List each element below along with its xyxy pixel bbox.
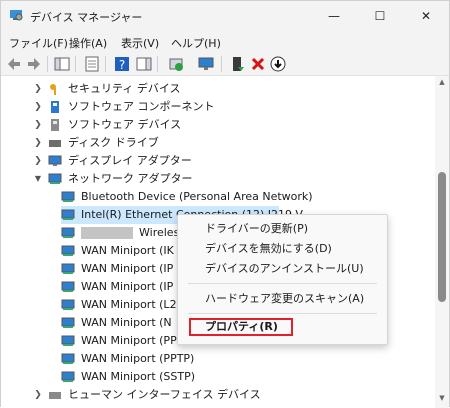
network-adapter-icon (61, 209, 75, 220)
redacted-block (81, 227, 133, 239)
device-manager-window: デバイス マネージャー — ☐ ✕ ファイル(F) 操作(A) 表示(V) ヘル… (0, 0, 450, 408)
hid-icon (49, 392, 61, 399)
context-item-label: デバイスを無効にする(D) (205, 242, 332, 255)
tree-label: WAN Miniport (SSTP) (81, 370, 196, 383)
minimize-button[interactable]: — (311, 1, 357, 31)
uninstall-device-icon[interactable] (249, 55, 267, 73)
menu-action[interactable]: 操作(A) (69, 35, 107, 51)
context-uninstall-device[interactable]: デバイスのアンインストール(U) (178, 259, 387, 279)
context-menu: ドライバーの更新(P) デバイスを無効にする(D) デバイスのアンインストール(… (177, 214, 388, 345)
context-item-label: ハードウェア変更のスキャン(A) (205, 292, 365, 305)
chevron-right-icon[interactable]: ❯ (32, 116, 44, 134)
software-device-icon (51, 119, 59, 131)
tree-item-bluetooth-pan[interactable]: Bluetooth Device (Personal Area Network) (61, 188, 421, 206)
tree-category-software-devices[interactable]: ❯ ソフトウェア デバイス (34, 116, 428, 134)
context-disable-device[interactable]: デバイスを無効にする(D) (178, 239, 387, 259)
scan-hardware-icon[interactable] (197, 55, 215, 73)
chevron-right-icon[interactable]: ❯ (32, 80, 44, 98)
tree-label: ネットワーク アダプター (68, 172, 193, 185)
network-adapter-icon (61, 245, 75, 256)
network-adapter-icon (61, 191, 75, 202)
close-button[interactable]: ✕ (403, 1, 449, 31)
tree-label: ソフトウェア コンポーネント (68, 100, 215, 113)
action-pane-icon[interactable] (135, 55, 153, 73)
network-adapter-icon (61, 299, 75, 310)
network-adapter-icon (61, 335, 75, 346)
properties-icon[interactable] (83, 55, 101, 73)
properties-highlight-box (189, 318, 293, 336)
network-adapter-icon (61, 263, 75, 274)
title-bar: デバイス マネージャー — ☐ ✕ (1, 1, 449, 31)
menu-view[interactable]: 表示(V) (121, 35, 159, 51)
menu-help[interactable]: ヘルプ(H) (171, 35, 221, 51)
security-key-icon (50, 84, 56, 95)
tree-label: WAN Miniport (PPTP) (81, 352, 195, 365)
maximize-button[interactable]: ☐ (357, 1, 403, 31)
tree-category-security-devices[interactable]: ❯ セキュリティ デバイス (34, 80, 428, 98)
tree-category-display-adapters[interactable]: ❯ ディスプレイ アダプター (34, 152, 428, 170)
tree-label: WAN Miniport (IK (81, 244, 174, 257)
tree-label: セキュリティ デバイス (68, 82, 181, 95)
context-item-label: ドライバーの更新(P) (205, 222, 308, 235)
network-adapter-icon (61, 353, 75, 364)
disable-device-icon[interactable] (269, 55, 287, 73)
toolbar-separator (47, 56, 48, 72)
network-adapter-icon (61, 281, 75, 292)
software-component-icon (51, 101, 59, 113)
tree-label: WAN Miniport (IP (81, 262, 174, 275)
update-driver-icon[interactable] (167, 55, 185, 73)
tree-label: WAN Miniport (L2 (81, 298, 177, 311)
context-separator (188, 313, 377, 314)
tree-category-software-components[interactable]: ❯ ソフトウェア コンポーネント (34, 98, 428, 116)
device-manager-app-icon (10, 10, 23, 21)
console-tree-icon[interactable] (53, 55, 71, 73)
toolbar-separator (157, 56, 158, 72)
network-adapter-icon (61, 227, 75, 238)
network-adapter-icon (61, 371, 75, 382)
help-icon[interactable]: ? (113, 55, 131, 73)
forward-arrow-icon[interactable] (25, 55, 43, 73)
tree-label: ディスプレイ アダプター (68, 154, 192, 167)
back-arrow-icon[interactable] (5, 55, 23, 73)
svg-text:?: ? (119, 58, 125, 72)
tree-label: WAN Miniport (N (81, 316, 172, 329)
enable-device-icon[interactable] (229, 55, 247, 73)
chevron-down-icon[interactable]: ▼ (32, 170, 44, 188)
window-title: デバイス マネージャー (30, 11, 143, 24)
tree-item-wan-miniport-pptp[interactable]: WAN Miniport (PPTP) (61, 350, 421, 368)
tree-label: ディスク ドライブ (68, 136, 159, 149)
chevron-right-icon[interactable]: ❯ (32, 134, 44, 152)
tree-category-human-interface-devices[interactable]: ❯ ヒューマン インターフェイス デバイス (34, 386, 428, 404)
tree-label: ヒューマン インターフェイス デバイス (68, 388, 261, 401)
menu-file[interactable]: ファイル(F) (9, 35, 68, 51)
toolbar-separator (221, 56, 222, 72)
disk-drive-icon (49, 140, 61, 147)
scroll-up-arrow-icon[interactable]: ▲ (435, 78, 449, 86)
tree-label: WAN Miniport (IP (81, 280, 174, 293)
network-adapter-icon (48, 173, 62, 184)
network-adapter-icon (61, 317, 75, 328)
menu-bar: ファイル(F) 操作(A) 表示(V) ヘルプ(H) (1, 31, 449, 53)
context-item-label: デバイスのアンインストール(U) (205, 262, 364, 275)
chevron-right-icon[interactable]: ❯ (32, 98, 44, 116)
toolbar-separator (75, 56, 76, 72)
tree-item-wan-miniport-sstp[interactable]: WAN Miniport (SSTP) (61, 368, 421, 386)
tree-label: WAN Miniport (PP (81, 334, 177, 347)
scrollbar-thumb[interactable] (438, 172, 446, 302)
chevron-right-icon[interactable]: ❯ (32, 152, 44, 170)
chevron-right-icon[interactable]: ❯ (32, 386, 44, 404)
display-adapter-icon (48, 155, 62, 166)
context-update-driver[interactable]: ドライバーの更新(P) (178, 219, 387, 239)
tree-category-disk-drives[interactable]: ❯ ディスク ドライブ (34, 134, 428, 152)
tree-label: Bluetooth Device (Personal Area Network) (81, 190, 313, 203)
tree-category-network-adapters[interactable]: ▼ ネットワーク アダプター (35, 170, 428, 188)
context-scan-hardware[interactable]: ハードウェア変更のスキャン(A) (178, 289, 387, 309)
tree-label: ソフトウェア デバイス (68, 118, 182, 131)
toolbar: ? (1, 53, 449, 76)
vertical-scrollbar[interactable]: ▲ ▼ (435, 76, 449, 408)
toolbar-separator (105, 56, 106, 72)
scroll-down-arrow-icon[interactable]: ▼ (435, 394, 449, 402)
context-separator (188, 283, 377, 284)
